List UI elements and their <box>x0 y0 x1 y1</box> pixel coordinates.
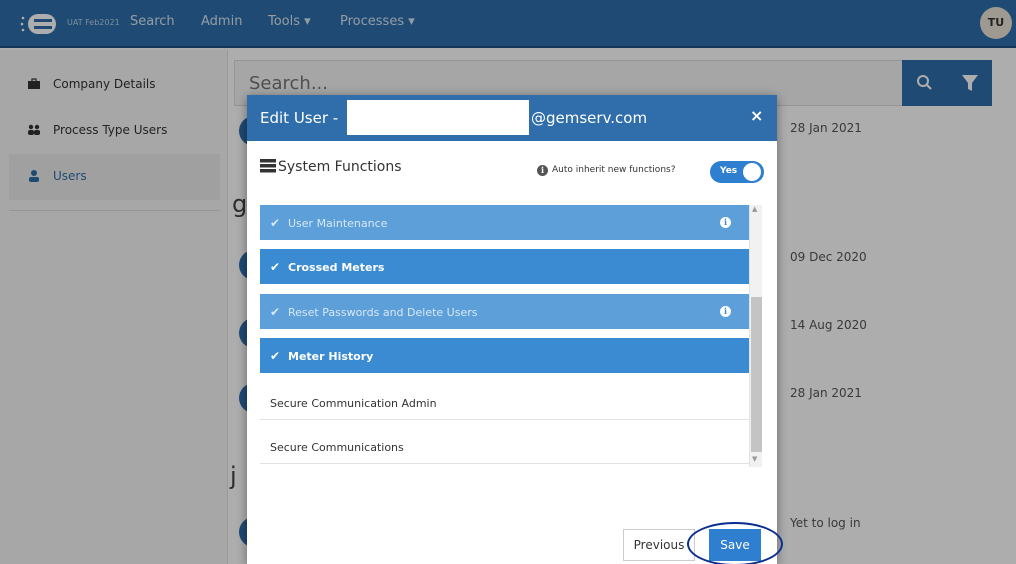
toggle-knob <box>743 163 761 181</box>
function-label: Reset Passwords and Delete Users <box>288 306 478 319</box>
section-title: System Functions <box>278 159 402 175</box>
server-icon <box>260 159 276 173</box>
check-icon: ✔ <box>270 260 281 274</box>
function-row-secure-communications[interactable]: Secure Communications <box>260 429 749 464</box>
check-icon: ✔ <box>270 216 281 230</box>
scroll-thumb[interactable] <box>751 297 762 452</box>
toggle-label: Yes <box>720 166 738 176</box>
function-label: Crossed Meters <box>288 261 385 274</box>
function-label: Secure Communication Admin <box>270 397 437 410</box>
annotation-circle <box>687 522 783 564</box>
function-row-meter-history[interactable]: ✔ Meter History <box>260 338 749 373</box>
scroll-up-icon[interactable]: ▲ <box>752 205 757 213</box>
system-functions-list: ✔ User Maintenance i ✔ Crossed Meters ✔ … <box>260 205 762 467</box>
scroll-down-icon[interactable]: ▼ <box>752 455 757 463</box>
function-row-user-maintenance[interactable]: ✔ User Maintenance i <box>260 205 749 240</box>
auto-inherit-toggle[interactable]: Yes <box>710 161 764 183</box>
check-icon: ✔ <box>270 305 281 319</box>
list-scrollbar[interactable]: ▲ ▼ <box>749 205 762 467</box>
edit-user-dialog: Edit User - @gemserv.com × System Functi… <box>247 95 777 564</box>
previous-button[interactable]: Previous <box>623 529 695 561</box>
check-icon: ✔ <box>270 349 281 363</box>
info-icon[interactable]: i <box>537 165 548 176</box>
info-icon[interactable]: i <box>720 217 731 228</box>
dialog-header: Edit User - @gemserv.com × <box>247 95 777 141</box>
function-label: User Maintenance <box>288 217 388 230</box>
dialog-title-prefix: Edit User - <box>260 109 339 127</box>
function-row-reset-passwords[interactable]: ✔ Reset Passwords and Delete Users i <box>260 294 749 329</box>
redacted-username <box>347 100 529 135</box>
function-label: Secure Communications <box>270 441 404 454</box>
function-row-crossed-meters[interactable]: ✔ Crossed Meters <box>260 249 749 284</box>
dialog-title-domain: @gemserv.com <box>531 109 648 127</box>
function-row-secure-communication-admin[interactable]: Secure Communication Admin <box>260 385 749 420</box>
close-button[interactable]: × <box>750 106 763 125</box>
function-label: Meter History <box>288 350 374 363</box>
auto-inherit-label: Auto inherit new functions? <box>552 165 676 175</box>
info-icon[interactable]: i <box>720 306 731 317</box>
